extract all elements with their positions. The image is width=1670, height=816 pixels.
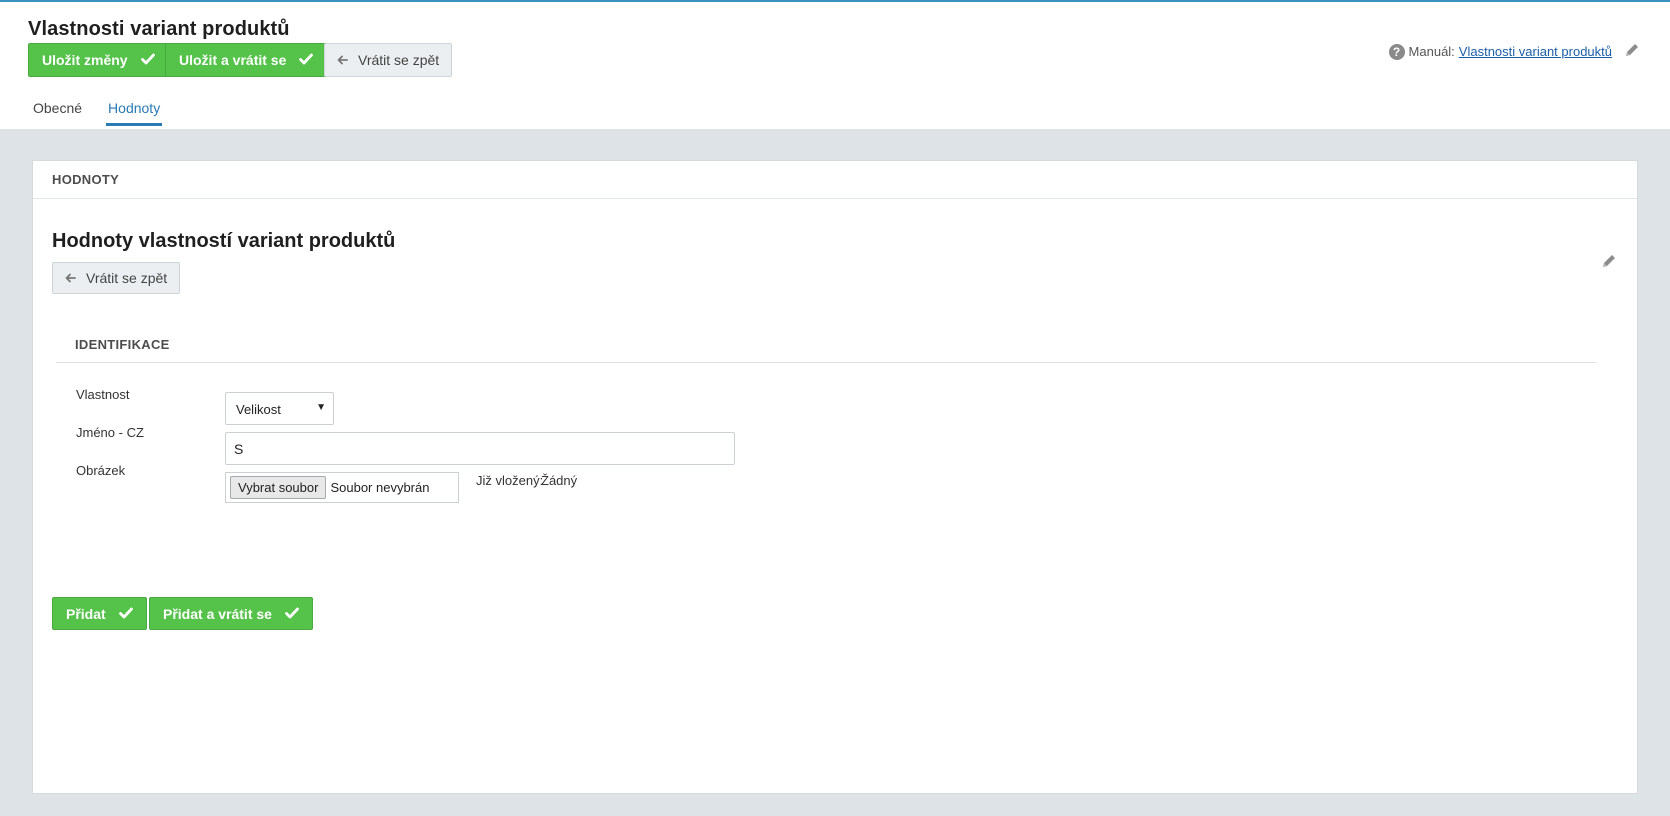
tab-values[interactable]: Hodnoty — [106, 100, 163, 126]
file-status: Soubor nevybrán — [330, 480, 430, 495]
manual-link-area: ? Manuál: Vlastnosti variant produktů — [1388, 42, 1640, 61]
save-and-return-label: Uložit a vrátit se — [179, 52, 287, 68]
pencil-icon[interactable] — [1601, 253, 1617, 274]
panel-back-label: Vrátit se zpět — [86, 270, 168, 286]
caret-down-icon: ▼ — [316, 402, 326, 413]
pencil-icon[interactable] — [1624, 42, 1640, 61]
property-select[interactable]: Velikost ▼ — [225, 392, 334, 425]
arrow-left-icon — [65, 270, 76, 286]
choose-file-button[interactable]: Vybrat soubor — [230, 476, 327, 499]
panel-heading: HODNOTY — [33, 161, 1637, 199]
existing-value: Žádný — [541, 473, 578, 488]
add-label: Přidat — [66, 605, 106, 622]
property-selected-value: Velikost — [236, 402, 281, 417]
tab-bar: Obecné Hodnoty — [31, 100, 184, 126]
back-button[interactable]: Vrátit se zpět — [324, 43, 453, 77]
manual-link[interactable]: Vlastnosti variant produktů — [1459, 44, 1612, 59]
arrow-left-icon — [337, 52, 348, 68]
add-and-return-label: Přidat a vrátit se — [163, 605, 272, 622]
name-input[interactable] — [225, 432, 735, 465]
back-label: Vrátit se zpět — [358, 52, 440, 68]
add-button[interactable]: Přidat — [52, 597, 147, 630]
image-file-input[interactable]: Vybrat soubor Soubor nevybrán — [225, 472, 459, 503]
values-panel: HODNOTY Hodnoty vlastností variant produ… — [32, 160, 1638, 794]
property-label: Vlastnost — [76, 387, 130, 402]
help-icon: ? — [1388, 43, 1405, 60]
check-icon — [140, 52, 155, 68]
tab-general[interactable]: Obecné — [31, 100, 84, 126]
page-title: Vlastnosti variant produktů — [28, 18, 290, 40]
image-label: Obrázek — [76, 463, 126, 478]
check-icon — [285, 606, 299, 622]
page-header: Vlastnosti variant produktů Uložit změny… — [0, 2, 1670, 129]
existing-label: Již vložený: — [476, 473, 544, 488]
save-changes-label: Uložit změny — [42, 52, 128, 68]
manual-prefix: Manuál: — [1408, 44, 1455, 59]
add-and-return-button[interactable]: Přidat a vrátit se — [149, 597, 313, 630]
identification-section: IDENTIFIKACE — [56, 334, 1596, 363]
save-changes-button[interactable]: Uložit změny — [28, 43, 169, 77]
save-and-return-button[interactable]: Uložit a vrátit se — [165, 43, 328, 77]
check-icon — [299, 52, 314, 68]
section-title: Hodnoty vlastností variant produktů — [52, 230, 396, 252]
panel-back-button[interactable]: Vrátit se zpět — [52, 262, 181, 294]
identification-heading: IDENTIFIKACE — [75, 337, 170, 352]
check-icon — [118, 606, 133, 622]
name-label: Jméno - CZ — [76, 425, 144, 440]
